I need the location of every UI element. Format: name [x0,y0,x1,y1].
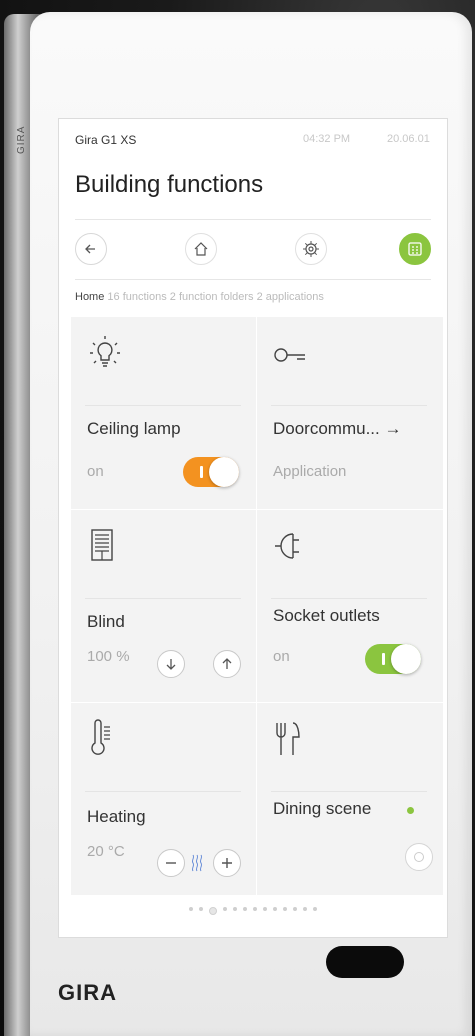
plus-icon [222,858,232,868]
blind-down-button[interactable] [157,650,185,678]
socket-toggle[interactable] [365,644,421,674]
home-icon [194,242,208,256]
heating-value: 20 °C [87,843,125,860]
gear-icon [303,241,319,257]
grid-icon [408,242,422,256]
page-dot[interactable] [189,907,193,911]
socket-icon [275,533,299,559]
breadcrumb-home[interactable]: Home [75,291,104,303]
home-button[interactable] [185,233,217,265]
settings-button[interactable] [295,233,327,265]
tile-label: Doorcommu... → [273,419,402,438]
breadcrumb-details: 16 functions 2 function folders 2 applic… [107,291,324,303]
page-dot[interactable] [223,907,227,911]
page-title: Building functions [75,171,264,198]
page-dot[interactable] [283,907,287,911]
toggle-bar [382,653,385,665]
function-grid: Ceiling lamp on Doorcommu... → Applicati… [71,317,443,895]
device-name: Gira G1 XS [75,133,137,147]
page-dot-active[interactable] [209,907,217,915]
grid-button[interactable] [399,233,431,265]
tile-label: Blind [87,612,125,631]
tile-separator [271,598,427,599]
status-date: 20.06.01 [387,133,430,145]
tile-separator [271,791,427,792]
tile-separator [85,791,241,792]
grid-divider [71,702,443,703]
tile-blind[interactable]: Blind 100 % [71,510,255,702]
tile-separator [85,598,241,599]
scene-indicator [407,807,414,814]
proximity-sensor [326,946,404,978]
brand-logo: GIRA [58,980,117,1005]
page-dot[interactable] [313,907,317,911]
page-dot[interactable] [253,907,257,911]
circle-icon [414,852,424,862]
grid-divider [256,317,257,895]
ceiling-lamp-toggle[interactable] [183,457,239,487]
page-dot[interactable] [273,907,277,911]
page-dot[interactable] [293,907,297,911]
tile-label: Ceiling lamp [87,419,181,438]
arrow-up-icon [222,658,232,669]
tile-label: Heating [87,807,146,826]
divider [75,219,431,220]
thermometer-icon [91,719,110,755]
key-icon [274,348,305,362]
back-button[interactable] [75,233,107,265]
tile-label: Socket outlets [273,606,380,625]
blind-value: 100 % [87,648,130,665]
heating-waves-icon [191,854,203,872]
toggle-bar [200,466,203,478]
minus-icon [166,862,176,864]
blind-up-button[interactable] [213,650,241,678]
page-dot[interactable] [243,907,247,911]
bulb-icon [90,336,120,367]
heating-plus-button[interactable] [213,849,241,877]
tile-label: Dining scene [273,799,372,818]
page-dot[interactable] [233,907,237,911]
page-indicator [59,907,447,915]
page-dot[interactable] [303,907,307,911]
blind-icon [91,529,113,561]
heating-minus-button[interactable] [157,849,185,877]
fork-knife-icon [276,722,300,755]
tile-ceiling-lamp[interactable]: Ceiling lamp on [71,317,255,509]
breadcrumb: Home 16 functions 2 function folders 2 a… [75,291,324,303]
grid-divider [71,509,443,510]
tile-doorcommunication[interactable]: Doorcommu... → Application [257,317,441,509]
status-time: 04:32 PM [303,133,351,145]
tile-state: on [273,648,290,665]
tile-separator [271,405,427,406]
page-dot[interactable] [263,907,267,911]
arrow-left-icon [85,244,95,254]
toggle-knob [209,457,239,487]
scene-trigger-button[interactable] [405,843,433,871]
page-dot[interactable] [199,907,203,911]
tile-heating[interactable]: Heating 20 °C [71,703,255,895]
screen: Gira G1 XS 04:32 PM 20.06.01 Building fu… [58,118,448,938]
status-bar: Gira G1 XS 04:32 PM 20.06.01 [59,119,447,155]
tile-subtitle: Application [273,463,347,480]
tile-state: on [87,463,104,480]
arrow-down-icon [166,659,176,670]
toggle-knob [391,644,421,674]
tile-dining-scene[interactable]: Dining scene [257,703,441,895]
tile-socket-outlets[interactable]: Socket outlets on [257,510,441,702]
tile-separator [85,405,241,406]
nav-bar [59,227,447,277]
divider [75,279,431,280]
